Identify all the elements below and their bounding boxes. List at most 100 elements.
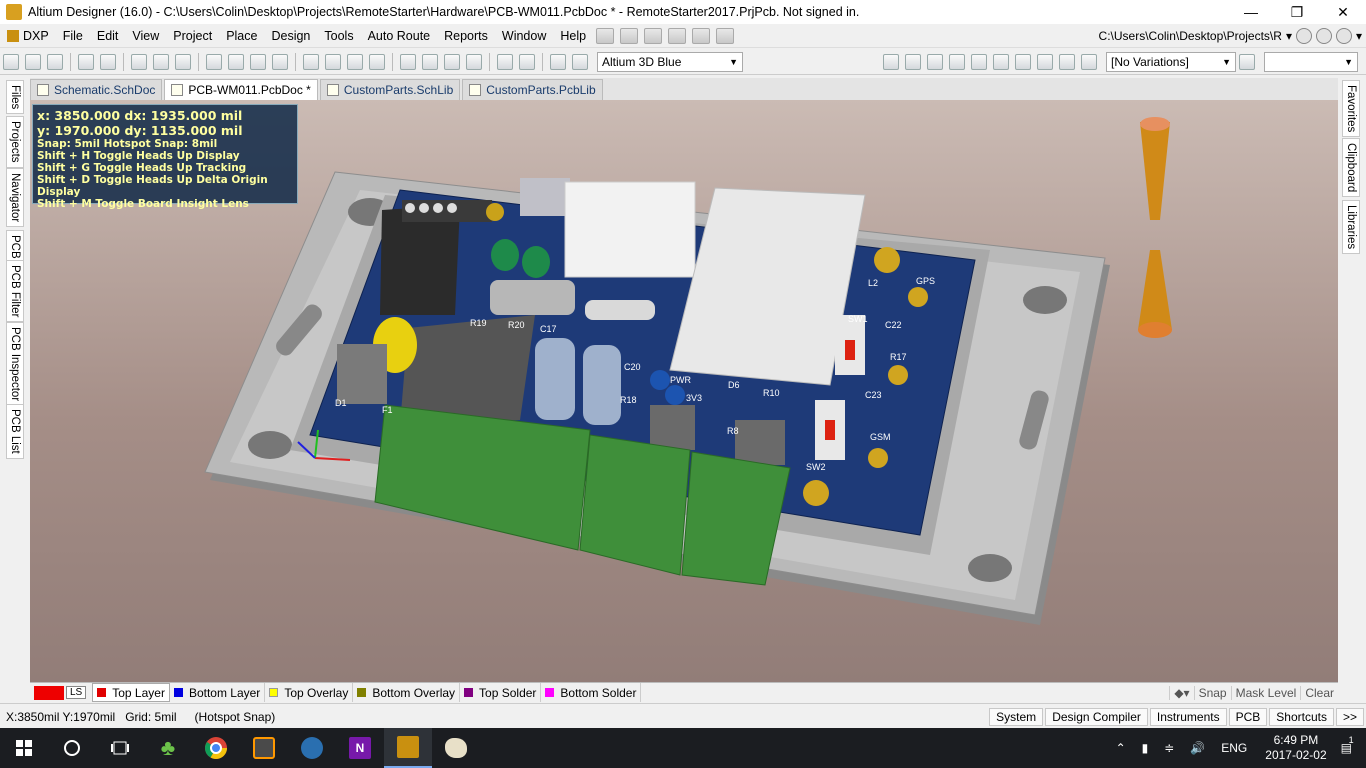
layer-set-button[interactable]: LS [66,686,87,699]
menu-dxp[interactable]: DXP [0,24,56,48]
cross-probe-icon[interactable] [550,53,566,70]
text-icon[interactable] [644,27,663,44]
ruler-icon[interactable] [668,27,687,44]
menu-view[interactable]: View [125,24,166,48]
tab-pcblib[interactable]: CustomParts.PcbLib [462,79,603,100]
menu-place[interactable]: Place [219,24,264,48]
language-indicator[interactable]: ENG [1221,741,1247,755]
tab-pcb[interactable]: PCB-WM011.PcbDoc * [164,79,318,100]
chevron-up-icon[interactable]: ⌃ [1116,741,1126,755]
pcb-3d-viewport[interactable]: GPS SW1 C22 R17 C23 GSM SW2 D6 R10 3V3 R… [30,100,1338,682]
layer-tab-bottom-layer[interactable]: Bottom Layer [170,683,266,702]
grid-icon[interactable] [716,27,735,44]
filter-icon[interactable] [272,53,288,70]
panel-tab-favorites[interactable]: Favorites [1342,80,1360,138]
clear-button[interactable]: Clear [1300,685,1338,700]
menu-window[interactable]: Window [495,24,553,48]
arc-icon[interactable] [993,53,1009,70]
component-icon[interactable] [1081,53,1097,70]
align-icon[interactable] [620,27,639,44]
layer-tab-top-overlay[interactable]: Top Overlay [265,683,354,702]
zoom-selected-icon[interactable] [228,53,244,70]
mask-level-button[interactable]: Mask Level [1230,685,1301,700]
paste-icon[interactable] [347,53,363,70]
notifications-icon[interactable]: ▤ 1 [1341,735,1354,755]
chrome-icon[interactable] [192,728,240,768]
panel-tab-projects[interactable]: Projects [6,116,24,168]
extra-select[interactable]: ▼ [1264,51,1358,72]
home-icon[interactable] [1335,27,1352,44]
forward-icon[interactable] [1315,27,1332,44]
variant-icon[interactable] [1239,53,1255,70]
panel-button-shortcuts[interactable]: Shortcuts [1269,707,1334,726]
panel-tab-navigator[interactable]: Navigator [6,168,24,228]
3d-view-icon[interactable] [131,53,147,70]
altium-taskbar-icon[interactable] [384,728,432,768]
multi-route-icon[interactable] [927,53,943,70]
move-icon[interactable] [422,53,438,70]
menu-design[interactable]: Design [264,24,317,48]
rules-icon[interactable] [572,53,588,70]
layer-tab-bottom-solder[interactable]: Bottom Solder [541,683,642,702]
app-icon-blue[interactable] [288,728,336,768]
zoom-area-icon[interactable] [206,53,222,70]
deselect-icon[interactable] [444,53,460,70]
back-icon[interactable] [1295,27,1312,44]
more-icon[interactable]: ▾ [1356,29,1362,43]
sublime-text-icon[interactable] [240,728,288,768]
panel-button-system[interactable]: System [989,707,1044,726]
route-icon[interactable] [596,27,615,44]
panel-tab-pcb-inspector[interactable]: PCB Inspector [6,322,24,407]
via-icon[interactable] [971,53,987,70]
copy-icon[interactable] [325,53,341,70]
panel-tab-pcb-list[interactable]: PCB List [6,404,24,459]
panel-tab-clipboard[interactable]: Clipboard [1342,138,1360,198]
menu-help[interactable]: Help [553,24,593,48]
clover-app-icon[interactable]: ♣ [144,728,192,768]
panel-tab-files[interactable]: Files [6,80,24,115]
fill-icon[interactable] [1015,53,1031,70]
battery-icon[interactable]: ▮ [1142,741,1149,755]
view-config-select[interactable]: Altium 3D Blue ▼ [597,51,743,72]
layer-color-swatch[interactable] [34,685,64,700]
polygon-icon[interactable] [1037,53,1053,70]
chevron-down-icon[interactable]: ▾ [1286,29,1292,43]
maximize-button[interactable]: ❐ [1274,0,1320,24]
layer-tab-top-layer[interactable]: Top Layer [92,683,170,702]
undo-icon[interactable] [497,53,513,70]
onenote-icon[interactable]: N [336,728,384,768]
redo-icon[interactable] [519,53,535,70]
diff-pair-icon[interactable] [905,53,921,70]
interactive-route-icon[interactable] [883,53,899,70]
project-path-box[interactable]: C:\Users\Colin\Desktop\Projects\R ▾ ▾ [1099,27,1362,44]
minimize-button[interactable]: — [1228,0,1274,24]
start-button[interactable] [0,728,48,768]
panel-tab-pcb[interactable]: PCB [6,230,24,264]
tab-schlib[interactable]: CustomParts.SchLib [319,79,461,100]
menu-file[interactable]: File [56,24,90,48]
wifi-icon[interactable]: ≑ [1164,741,1174,755]
pad-icon[interactable] [949,53,965,70]
clear-filter-icon[interactable] [466,53,482,70]
clock[interactable]: 6:49 PM 2017-02-02 [1265,733,1326,763]
tab-schematic[interactable]: Schematic.SchDoc [30,79,163,100]
panel-button-more[interactable]: >> [1335,707,1364,726]
rubber-stamp-icon[interactable] [369,53,385,70]
menu-edit[interactable]: Edit [90,24,126,48]
zoom-icon[interactable] [250,53,266,70]
layer-tab-bottom-overlay[interactable]: Bottom Overlay [353,683,461,702]
panel-button-instruments[interactable]: Instruments [1149,707,1227,726]
print-preview-icon[interactable] [100,53,116,70]
menu-project[interactable]: Project [166,24,219,48]
select-area-icon[interactable] [400,53,416,70]
layer-tab-top-solder[interactable]: Top Solder [460,683,542,702]
search-button[interactable] [48,728,96,768]
paint-icon[interactable] [432,728,480,768]
menu-reports[interactable]: Reports [437,24,495,48]
task-view-button[interactable] [96,728,144,768]
snap-options-icon[interactable]: ◆▾ [1169,685,1193,700]
menu-tools[interactable]: Tools [317,24,360,48]
close-button[interactable]: ✕ [1320,0,1366,24]
panel-tab-pcb-filter[interactable]: PCB Filter [6,260,24,323]
string-icon[interactable] [1059,53,1075,70]
